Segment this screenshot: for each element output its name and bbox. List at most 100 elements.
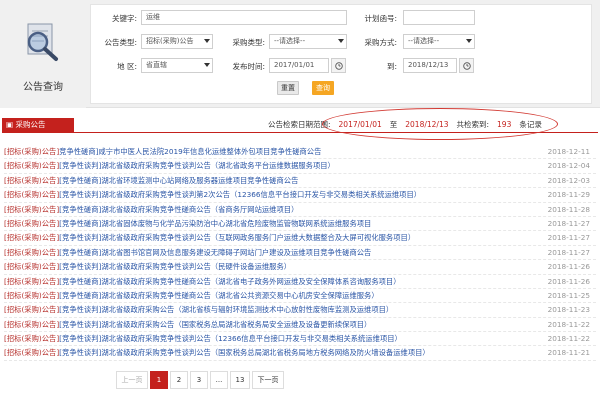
page-ellipsis: ... (210, 371, 228, 389)
notice-title[interactable]: [竞争性谈判]湖北省级政府采购竞争性谈判公告（12366信息平台接口开发与非交易… (59, 334, 402, 343)
list-item[interactable]: [招标(采购)公告][竞争性磋商]湖北省固体废物与化学品污染防治中心湖北省危险废… (4, 217, 596, 232)
purchase-type-select[interactable]: --请选择-- (269, 34, 347, 49)
notice-title[interactable]: [竞争性谈判]湖北省级政府采购竞争性谈判公告（互联网政务服务门户运维大数据整合及… (59, 233, 415, 242)
chevron-down-icon (338, 39, 344, 43)
list-item[interactable]: [招标(采购)公告][竞争性磋商]湖北省级政府采购竞争性磋商公告（省商务厅网站运… (4, 203, 596, 217)
tab-procurement-notices[interactable]: ▣ 采购公告 (2, 118, 74, 132)
notice-date: 2018-11-27 (547, 218, 590, 228)
notice-category[interactable]: [招标(采购)公告] (4, 190, 59, 199)
notice-date: 2018-11-28 (547, 204, 590, 214)
plan-no-label: 计划函号: (364, 14, 397, 23)
list-item[interactable]: [招标(采购)公告][竞争性谈判]湖北省级政府采购竞争性谈判第2次公告（1236… (4, 188, 596, 203)
prev-page-button[interactable]: 上一页 (116, 371, 148, 389)
list-item[interactable]: [招标(采购)公告][竞争性谈判]湖北省级政府采购公告（湖北省核与辐射环境监测技… (4, 303, 596, 318)
search-button[interactable]: 查询 (312, 81, 334, 95)
notice-category[interactable]: [招标(采购)公告] (4, 305, 59, 314)
plan-no-input[interactable] (403, 10, 475, 25)
notice-date: 2018-11-26 (547, 276, 590, 286)
region-select[interactable]: 省直辖 (141, 58, 213, 73)
notice-title[interactable]: [竞争性磋商]湖北省级政府采购竞争性磋商公告（湖北省公共资源交易中心机房安全保障… (59, 291, 378, 300)
list-item[interactable]: [招标(采购)公告][竞争性磋商]湖北省图书馆官网及信息服务建设无障碍子网站门户… (4, 246, 596, 261)
calendar-icon[interactable] (331, 58, 346, 73)
publish-to-input[interactable]: 2018/12/13 (403, 58, 457, 73)
search-document-icon (27, 23, 58, 61)
notice-link[interactable]: [招标(采购)公告][竞争性谈判]湖北省级政府采购竞争性谈判公告（互联网政务服务… (4, 231, 415, 245)
notice-link[interactable]: [招标(采购)公告][竞争性谈判]湖北省级政府采购竞争性谈判公告（湖北省政务平台… (4, 159, 335, 173)
next-page-button[interactable]: 下一页 (252, 371, 284, 389)
notice-link[interactable]: [招标(采购)公告][竞争性磋商]湖北省固体废物与化学品污染防治中心湖北省危险废… (4, 217, 371, 231)
notice-category[interactable]: [招标(采购)公告] (4, 176, 59, 185)
list-item[interactable]: [招标(采购)公告][竞争性谈判]湖北省级政府采购竞争性谈判公告（12366信息… (4, 332, 596, 347)
notice-category[interactable]: [招标(采购)公告] (4, 291, 59, 300)
list-item[interactable]: [招标(采购)公告][竞争性磋商]湖北省级政府采购竞争性磋商公告（湖北省电子政务… (4, 275, 596, 289)
list-item[interactable]: [招标(采购)公告][竞争性磋商]湖北省级政府采购竞争性磋商公告（湖北省公共资源… (4, 289, 596, 304)
notice-link[interactable]: [招标(采购)公告][竞争性磋商]湖北省图书馆官网及信息服务建设无障碍子网站门户… (4, 246, 371, 260)
notice-category[interactable]: [招标(采购)公告] (4, 233, 59, 242)
notice-title[interactable]: [竞争性谈判]湖北省级政府采购竞争性谈判公告（湖北省政务平台运维数据服务项目） (59, 161, 335, 170)
list-item[interactable]: [招标(采购)公告][竞争性谈判]湖北省级政府采购竞争性谈判公告（互联网政务服务… (4, 231, 596, 246)
notice-title[interactable]: [竞争性谈判]湖北省级政府采购竞争性谈判公告（国家税务总局湖北省税务局地方税务网… (59, 348, 430, 357)
list-item[interactable]: [招标(采购)公告][竞争性谈判]湖北省级政府采购竞争性谈判公告（湖北省政务平台… (4, 159, 596, 174)
list-item[interactable]: [招标(采购)公告]竞争性磋商]咸宁市中医人民法院2019年信息化运维整体外包项… (4, 145, 596, 160)
notice-category[interactable]: [招标(采购)公告] (4, 147, 59, 156)
notice-title[interactable]: [竞争性磋商]湖北省级政府采购竞争性磋商公告（省商务厅网站运维项目） (59, 205, 298, 214)
page-13-button[interactable]: 13 (230, 371, 250, 389)
notice-title[interactable]: [竞争性谈判]湖北省级政府采购竞争性谈判公告（民硬件设备运维服务） (59, 262, 291, 271)
notice-category[interactable]: [招标(采购)公告] (4, 262, 59, 271)
notice-category[interactable]: [招标(采购)公告] (4, 277, 59, 286)
notice-title[interactable]: [竞争性谈判]湖北省级政府采购公告（湖北省核与辐射环境监测技术中心放射性废物库监… (59, 305, 393, 314)
tab-label-text: 采购公告 (15, 120, 46, 129)
list-item[interactable]: [招标(采购)公告][竞争性磋商]湖北省环境监测中心站网络及服务器运维项目竞争性… (4, 174, 596, 189)
notice-type-select[interactable]: 招标(采购)公告 (141, 34, 213, 49)
purchase-type-label: 采购类型: (232, 38, 265, 47)
page-2-button[interactable]: 2 (170, 371, 188, 389)
notice-date: 2018-11-26 (547, 262, 590, 272)
notice-link[interactable]: [招标(采购)公告][竞争性谈判]湖北省级政府采购公告（湖北省核与辐射环境监测技… (4, 303, 393, 317)
list-item[interactable]: [招标(采购)公告][竞争性谈判]湖北省级政府采购公告（国家税务总局湖北省税务局… (4, 318, 596, 333)
calendar-icon[interactable] (459, 58, 474, 73)
page-1-button[interactable]: 1 (150, 371, 168, 389)
notice-category[interactable]: [招标(采购)公告] (4, 334, 59, 343)
notice-category[interactable]: [招标(采购)公告] (4, 248, 59, 257)
publish-from-input[interactable]: 2017/01/01 (269, 58, 329, 73)
chevron-down-icon (466, 39, 472, 43)
region-value: 省直辖 (146, 61, 167, 69)
notice-date: 2018-11-22 (547, 334, 590, 344)
notice-link[interactable]: [招标(采购)公告][竞争性谈判]湖北省级政府采购竞争性谈判公告（12366信息… (4, 332, 402, 346)
notice-link[interactable]: [招标(采购)公告][竞争性磋商]湖北省级政府采购竞争性磋商公告（湖北省公共资源… (4, 289, 379, 303)
purchase-type-value: --请选择-- (274, 37, 306, 45)
list-item[interactable]: [招标(采购)公告][竞争性谈判]湖北省级政府采购竞争性谈判公告（民硬件设备运维… (4, 260, 596, 275)
purchase-method-select[interactable]: --请选择-- (403, 34, 475, 49)
notice-title[interactable]: [竞争性磋商]湖北省固体废物与化学品污染防治中心湖北省危险废物监管物联网系统运维… (59, 219, 371, 228)
notice-link[interactable]: [招标(采购)公告]竞争性磋商]咸宁市中医人民法院2019年信息化运维整体外包项… (4, 145, 321, 159)
notice-title[interactable]: [竞争性谈判]湖北省级政府采购竞争性谈判第2次公告（12366信息平台接口开发与… (59, 190, 421, 199)
notice-category[interactable]: [招标(采购)公告] (4, 161, 59, 170)
notice-link[interactable]: [招标(采购)公告][竞争性磋商]湖北省级政府采购竞争性磋商公告（湖北省电子政务… (4, 275, 401, 289)
notice-date: 2018-11-22 (547, 319, 590, 329)
notice-category[interactable]: [招标(采购)公告] (4, 320, 59, 329)
notice-link[interactable]: [招标(采购)公告][竞争性磋商]湖北省级政府采购竞争性磋商公告（省商务厅网站运… (4, 203, 298, 217)
keyword-label: 关键字: (111, 14, 137, 23)
notice-link[interactable]: [招标(采购)公告][竞争性谈判]湖北省级政府采购竞争性谈判公告（国家税务总局湖… (4, 346, 430, 360)
notice-date: 2018-11-29 (547, 190, 590, 200)
notice-link[interactable]: [招标(采购)公告][竞争性磋商]湖北省环境监测中心站网络及服务器运维项目竞争性… (4, 174, 298, 188)
notice-category[interactable]: [招标(采购)公告] (4, 219, 59, 228)
chevron-down-icon (204, 39, 210, 43)
keyword-input[interactable]: 运维 (141, 10, 347, 25)
result-list: [招标(采购)公告]竞争性磋商]咸宁市中医人民法院2019年信息化运维整体外包项… (4, 145, 596, 361)
notice-link[interactable]: [招标(采购)公告][竞争性谈判]湖北省级政府采购竞争性谈判第2次公告（1236… (4, 188, 421, 202)
notice-category[interactable]: [招标(采购)公告] (4, 348, 59, 357)
page-3-button[interactable]: 3 (190, 371, 208, 389)
notice-date: 2018-11-21 (547, 348, 590, 358)
notice-title[interactable]: [竞争性磋商]湖北省图书馆官网及信息服务建设无障碍子网站门户建设及运维项目竞争性… (59, 248, 371, 257)
reset-button[interactable]: 重置 (277, 81, 299, 95)
list-item[interactable]: [招标(采购)公告][竞争性谈判]湖北省级政府采购竞争性谈判公告（国家税务总局湖… (4, 346, 596, 361)
notice-date: 2018-11-27 (547, 247, 590, 257)
notice-category[interactable]: [招标(采购)公告] (4, 205, 59, 214)
notice-title[interactable]: [竞争性磋商]湖北省级政府采购竞争性磋商公告（湖北省电子政务外网运维及安全保障体… (59, 277, 400, 286)
notice-title[interactable]: [竞争性谈判]湖北省级政府采购公告（国家税务总局湖北省税务局安全运维及设备更新续… (59, 320, 371, 329)
notice-link[interactable]: [招标(采购)公告][竞争性谈判]湖北省级政府采购公告（国家税务总局湖北省税务局… (4, 318, 371, 332)
notice-title[interactable]: 竞争性磋商]咸宁市中医人民法院2019年信息化运维整体外包项目竞争性磋商公告 (59, 147, 321, 156)
notice-link[interactable]: [招标(采购)公告][竞争性谈判]湖北省级政府采购竞争性谈判公告（民硬件设备运维… (4, 260, 291, 274)
notice-title[interactable]: [竞争性磋商]湖北省环境监测中心站网络及服务器运维项目竞争性磋商公告 (59, 176, 298, 185)
